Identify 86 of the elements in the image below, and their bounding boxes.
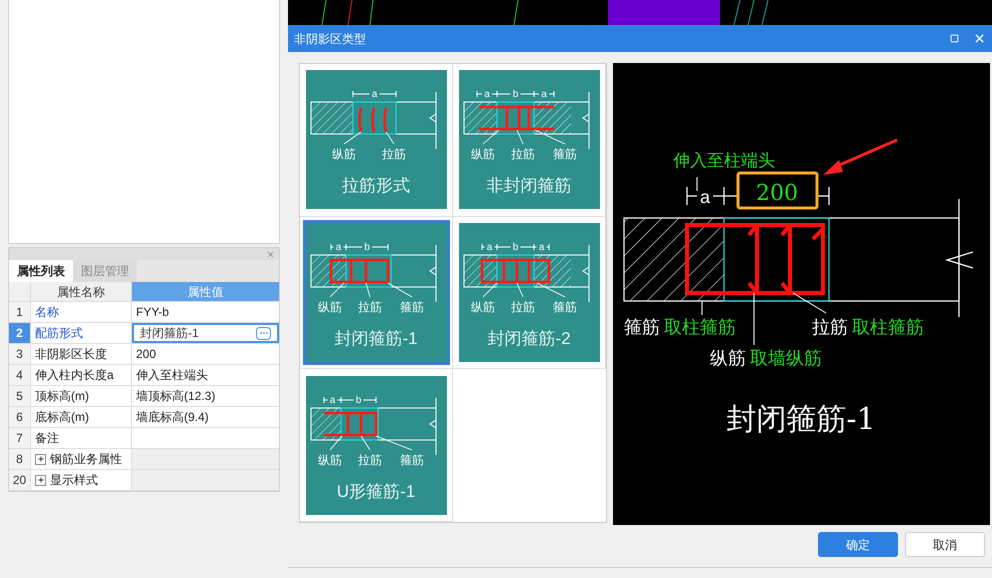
leader-line: [792, 292, 826, 314]
leader-line: [482, 282, 497, 298]
callout-label: 箍筋: [400, 300, 424, 314]
dimension-label: a: [329, 394, 335, 406]
callout-label: 箍筋: [400, 452, 424, 467]
group-name: 显示样式: [50, 472, 98, 489]
confirm-button[interactable]: 确定: [818, 532, 898, 557]
callout-label: 纵筋: [318, 300, 342, 314]
leader-line: [696, 176, 698, 192]
dimension-label: a: [540, 89, 546, 100]
leader-line: [482, 130, 499, 145]
panel-tab[interactable]: 属性列表: [9, 260, 73, 282]
option-title: 拉筋形式: [342, 175, 410, 198]
rebar-drawing: [329, 258, 389, 284]
option-title: 封闭箍筋-1: [334, 328, 418, 350]
cancel-button[interactable]: 取消: [905, 532, 985, 557]
dimension-label: a: [700, 187, 710, 207]
more-icon[interactable]: [256, 326, 271, 340]
callout-label: 箍筋: [552, 147, 576, 162]
callout-label: 拉筋: [358, 452, 382, 467]
maximize-icon[interactable]: [950, 34, 959, 43]
row-number: 3: [9, 344, 31, 364]
callout-label: 拉筋: [358, 300, 382, 314]
dimension-label: a: [538, 242, 544, 253]
preview-title: 封闭箍筋-1: [726, 402, 876, 437]
column-header: 属性值: [132, 282, 279, 301]
group-name: 钢筋业务属性: [50, 451, 122, 468]
rebar-drawing: [322, 411, 377, 436]
expand-icon[interactable]: [35, 474, 46, 486]
rebar-drawing: [480, 258, 550, 284]
leader-line: [516, 130, 523, 145]
dimension-label: b: [355, 394, 361, 406]
column-header: 属性名称: [31, 282, 132, 301]
leader-line: [365, 282, 370, 298]
leader-line: [536, 282, 565, 298]
length-note: 伸入至柱端头: [673, 151, 775, 170]
row-number: 7: [9, 428, 31, 448]
leader-line: [343, 132, 361, 145]
dimension-line: [352, 90, 396, 98]
close-icon[interactable]: [266, 250, 275, 258]
option-title: U形箍筋-1: [336, 480, 416, 503]
dimension-label: b: [512, 242, 518, 253]
leader-line: [360, 435, 370, 450]
row-number: 1: [9, 302, 31, 322]
field-value: 封闭箍筋-1: [140, 325, 199, 342]
row-number: 6: [9, 407, 31, 427]
property-value-field[interactable]: 封闭箍筋-1: [132, 323, 279, 343]
dimension-label: b: [364, 242, 370, 253]
row-number: 8: [9, 449, 31, 469]
dimension-label: b: [512, 89, 518, 100]
callout-label: 纵筋: [332, 147, 356, 162]
callout-label: 拉筋 取柱箍筋: [812, 317, 924, 337]
leader-line: [387, 282, 412, 298]
dimension-value: 200: [756, 181, 798, 206]
dimension-label: a: [486, 242, 492, 253]
option-title: 非封闭箍筋: [486, 175, 572, 198]
row-number: 2: [9, 323, 31, 343]
arrow-icon: [823, 138, 898, 175]
rebar-type-option[interactable]: a b 纵筋 拉筋 箍筋 封闭箍筋-1: [302, 220, 450, 365]
option-title: 封闭箍筋-2: [487, 328, 571, 350]
leader-line: [329, 282, 344, 298]
callout-label: 拉筋: [510, 300, 534, 314]
dimension-label: a: [484, 89, 490, 100]
close-icon[interactable]: [973, 32, 986, 45]
callout-label: 纵筋: [318, 452, 342, 467]
callout-label: 纵筋: [470, 300, 494, 314]
callout-label: 纵筋: [470, 147, 494, 162]
leader-line: [375, 435, 412, 450]
rebar-drawing: [358, 107, 387, 134]
callout-label: 箍筋 取柱箍筋: [624, 317, 736, 337]
leader-line: [534, 130, 565, 145]
row-number: 20: [9, 470, 31, 490]
callout-label: 拉筋: [382, 147, 406, 162]
leader-line: [329, 435, 342, 450]
dimension-label: a: [335, 242, 341, 253]
dimension-label: a: [371, 89, 377, 100]
expand-icon[interactable]: [35, 454, 46, 464]
callout-label: 纵筋 取墙纵筋: [710, 348, 822, 368]
row-number: 5: [9, 386, 31, 406]
leader-line: [385, 132, 394, 145]
dialog-title: 非阴影区类型: [294, 30, 366, 48]
leader-line: [516, 282, 523, 298]
callout-label: 箍筋: [552, 300, 576, 314]
callout-label: 拉筋: [510, 147, 534, 162]
row-number: 4: [9, 365, 31, 385]
panel-tab[interactable]: 图层管理: [73, 260, 137, 282]
